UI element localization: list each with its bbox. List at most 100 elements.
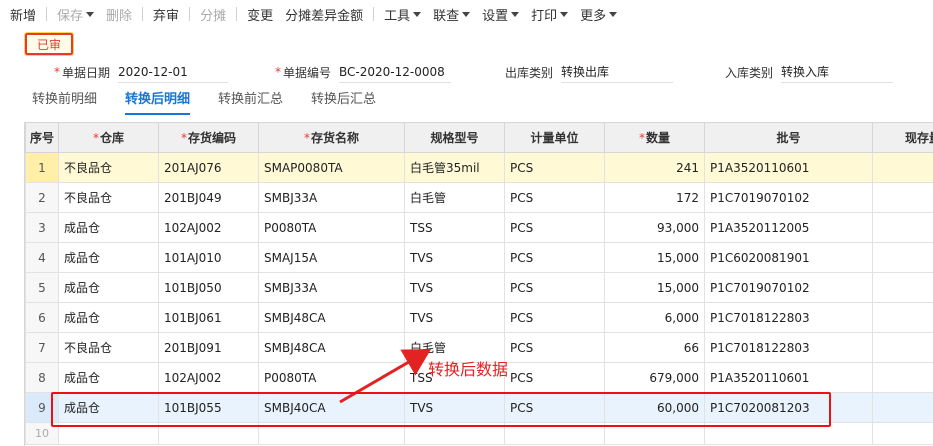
toolbar-button-5[interactable]: 变更 xyxy=(241,5,279,24)
cell-wh[interactable]: 成品仓 xyxy=(58,302,159,333)
cell-unit[interactable]: PCS xyxy=(504,182,605,213)
cell-name[interactable]: SMAP0080TA xyxy=(258,152,405,183)
cell-code[interactable]: 102AJ002 xyxy=(158,212,259,243)
tab-2[interactable]: 转换前汇总 xyxy=(204,87,297,115)
cell-wh[interactable]: 成品仓 xyxy=(58,392,159,423)
cell-spec[interactable]: TVS xyxy=(404,272,505,303)
cell-batch[interactable]: P1C7018122803 xyxy=(704,302,873,333)
cell-unit[interactable]: PCS xyxy=(504,212,605,243)
cell-code[interactable]: 201BJ049 xyxy=(158,182,259,213)
cell-stock[interactable] xyxy=(872,392,933,423)
cell-spec[interactable]: TVS xyxy=(404,392,505,423)
cell-code[interactable]: 201BJ091 xyxy=(158,332,259,363)
cell-name[interactable]: SMAJ15A xyxy=(258,242,405,273)
column-header-1[interactable]: *仓库 xyxy=(58,122,159,153)
cell-empty[interactable] xyxy=(504,422,605,445)
cell-qty[interactable]: 66 xyxy=(604,332,705,363)
cell-empty[interactable] xyxy=(58,422,159,445)
table-row[interactable]: 6 成品仓 101BJ061 SMBJ48CA TVS PCS 6,000 P1C701812… xyxy=(25,302,933,333)
cell-stock[interactable] xyxy=(872,302,933,333)
cell-stock[interactable] xyxy=(872,182,933,213)
cell-stock[interactable] xyxy=(872,332,933,363)
toolbar-button-1[interactable]: 保存 xyxy=(51,5,100,24)
cell-qty[interactable]: 172 xyxy=(604,182,705,213)
cell-stock[interactable] xyxy=(872,362,933,393)
cell-empty[interactable] xyxy=(404,422,505,445)
cell-qty[interactable]: 241 xyxy=(604,152,705,183)
docno-field[interactable]: * 单据编号 BC-2020-12-0008 xyxy=(275,60,452,84)
toolbar-button-4[interactable]: 分摊 xyxy=(194,5,232,24)
toolbar-button-2[interactable]: 删除 xyxy=(100,5,138,24)
cell-spec[interactable]: 白毛管35mil xyxy=(404,152,505,183)
cell-qty[interactable]: 93,000 xyxy=(604,212,705,243)
table-row[interactable]: 1 不良品仓 201AJ076 SMAP0080TA 白毛管35mil PCS 241 P1A… xyxy=(25,152,933,183)
toolbar-button-6[interactable]: 分摊差异金额 xyxy=(279,5,369,24)
cell-code[interactable]: 201AJ076 xyxy=(158,152,259,183)
cell-qty[interactable]: 15,000 xyxy=(604,242,705,273)
column-header-2[interactable]: *存货编码 xyxy=(158,122,259,153)
cell-batch[interactable]: P1C6020081901 xyxy=(704,242,873,273)
toolbar-button-8[interactable]: 联查 xyxy=(427,5,476,24)
in-type-field[interactable]: 入库类别 转换入库 xyxy=(725,60,894,84)
date-value[interactable]: 2020-12-01 xyxy=(118,61,229,83)
toolbar-button-7[interactable]: 工具 xyxy=(378,5,427,24)
column-header-7[interactable]: 批号 xyxy=(704,122,873,153)
cell-batch[interactable]: P1A3520110601 xyxy=(704,362,873,393)
cell-empty[interactable] xyxy=(158,422,259,445)
cell-batch[interactable]: P1C7019070102 xyxy=(704,272,873,303)
cell-stock[interactable] xyxy=(872,242,933,273)
cell-wh[interactable]: 成品仓 xyxy=(58,272,159,303)
cell-qty[interactable]: 60,000 xyxy=(604,392,705,423)
cell-batch[interactable]: P1A3520112005 xyxy=(704,212,873,243)
date-field[interactable]: * 单据日期 2020-12-01 xyxy=(54,60,229,84)
cell-qty[interactable]: 6,000 xyxy=(604,302,705,333)
cell-batch[interactable]: P1C7018122803 xyxy=(704,332,873,363)
cell-unit[interactable]: PCS xyxy=(504,272,605,303)
toolbar-button-10[interactable]: 打印 xyxy=(525,5,574,24)
cell-unit[interactable]: PCS xyxy=(504,362,605,393)
column-header-5[interactable]: 计量单位 xyxy=(504,122,605,153)
docno-value[interactable]: BC-2020-12-0008 xyxy=(339,61,452,83)
cell-wh[interactable]: 成品仓 xyxy=(58,362,159,393)
toolbar-button-11[interactable]: 更多 xyxy=(574,5,623,24)
toolbar-button-0[interactable]: 新增 xyxy=(4,5,42,24)
toolbar-button-9[interactable]: 设置 xyxy=(476,5,525,24)
cell-code[interactable]: 101BJ055 xyxy=(158,392,259,423)
cell-code[interactable]: 101AJ010 xyxy=(158,242,259,273)
cell-spec[interactable]: TVS xyxy=(404,242,505,273)
cell-name[interactable]: P0080TA xyxy=(258,362,405,393)
tab-1[interactable]: 转换后明细 xyxy=(111,87,204,115)
cell-wh[interactable]: 不良品仓 xyxy=(58,152,159,183)
cell-empty[interactable] xyxy=(872,422,933,445)
cell-batch[interactable]: P1A3520110601 xyxy=(704,152,873,183)
cell-qty[interactable]: 679,000 xyxy=(604,362,705,393)
column-header-4[interactable]: 规格型号 xyxy=(404,122,505,153)
table-row[interactable]: 2 不良品仓 201BJ049 SMBJ33A 白毛管 PCS 172 P1C70190701… xyxy=(25,182,933,213)
cell-empty[interactable] xyxy=(258,422,405,445)
table-row[interactable]: 4 成品仓 101AJ010 SMAJ15A TVS PCS 15,000 P1C602008… xyxy=(25,242,933,273)
cell-wh[interactable]: 不良品仓 xyxy=(58,182,159,213)
cell-wh[interactable]: 不良品仓 xyxy=(58,332,159,363)
cell-spec[interactable]: 白毛管 xyxy=(404,182,505,213)
cell-spec[interactable]: TVS xyxy=(404,302,505,333)
table-row[interactable]: 9 成品仓 101BJ055 SMBJ40CA TVS PCS 60,000 P1C70200… xyxy=(25,392,933,423)
cell-unit[interactable]: PCS xyxy=(504,152,605,183)
tab-0[interactable]: 转换前明细 xyxy=(18,87,111,115)
cell-name[interactable]: SMBJ40CA xyxy=(258,392,405,423)
cell-unit[interactable]: PCS xyxy=(504,392,605,423)
cell-name[interactable]: SMBJ48CA xyxy=(258,302,405,333)
out-type-value[interactable]: 转换出库 xyxy=(561,61,674,83)
in-type-value[interactable]: 转换入库 xyxy=(781,61,894,83)
cell-name[interactable]: P0080TA xyxy=(258,212,405,243)
cell-qty[interactable]: 15,000 xyxy=(604,272,705,303)
cell-code[interactable]: 102AJ002 xyxy=(158,362,259,393)
column-header-8[interactable]: 现存量说 xyxy=(872,122,933,153)
table-row[interactable]: 3 成品仓 102AJ002 P0080TA TSS PCS 93,000 P1A352011… xyxy=(25,212,933,243)
tab-3[interactable]: 转换后汇总 xyxy=(297,87,390,115)
cell-code[interactable]: 101BJ050 xyxy=(158,272,259,303)
cell-spec[interactable]: TSS xyxy=(404,212,505,243)
column-header-6[interactable]: *数量 xyxy=(604,122,705,153)
cell-name[interactable]: SMBJ33A xyxy=(258,272,405,303)
cell-unit[interactable]: PCS xyxy=(504,242,605,273)
cell-wh[interactable]: 成品仓 xyxy=(58,212,159,243)
